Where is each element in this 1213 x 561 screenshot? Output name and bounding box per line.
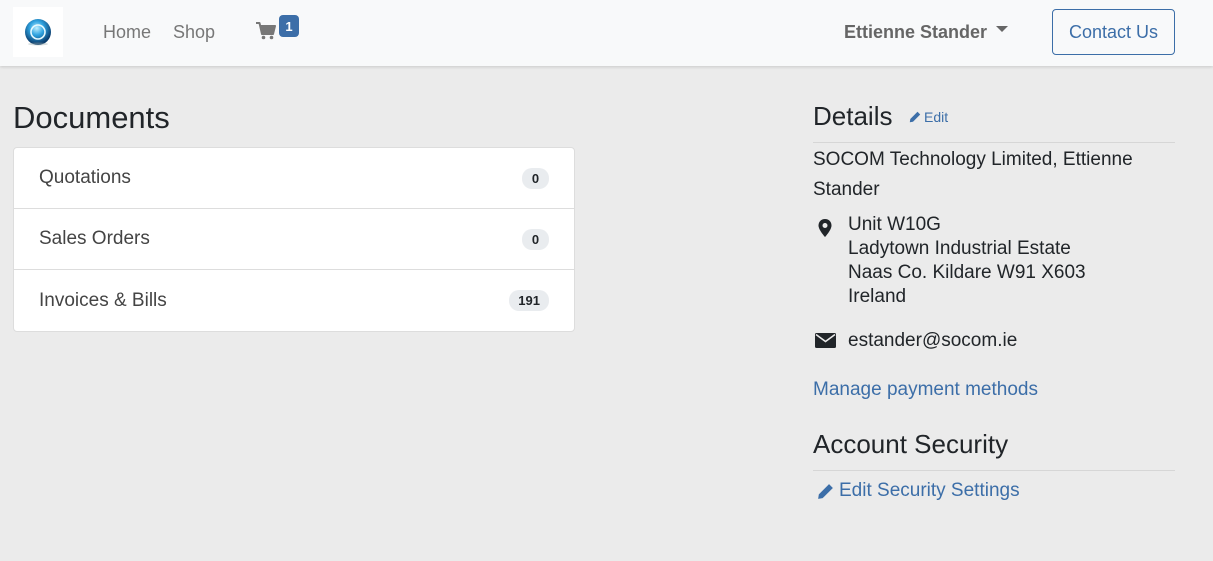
pencil-icon [818,483,833,499]
globe-logo-icon[interactable] [13,7,63,57]
user-menu-dropdown[interactable]: Ettienne Stander [844,22,1009,42]
address-line: Naas Co. Kildare W91 X603 [848,262,1086,283]
details-title: Details [813,101,893,131]
user-name: Ettienne Stander [844,22,988,42]
edit-security-settings-label: Edit Security Settings [839,480,1020,501]
nav-home-link[interactable]: Home [103,22,151,42]
documents-item-invoices-bills[interactable]: Invoices & Bills 191 [14,270,574,331]
documents-item-sales-orders[interactable]: Sales Orders 0 [14,209,574,270]
top-navbar: Home Shop 1 Ettienne Stander Contact Us [0,0,1213,66]
documents-item-quotations[interactable]: Quotations 0 [14,148,574,209]
security-divider [813,470,1175,471]
email-address: estander@socom.ie [848,330,1018,351]
manage-payment-methods-link[interactable]: Manage payment methods [813,378,1038,402]
map-marker-icon [818,219,832,242]
address-block: Unit W10G Ladytown Industrial Estate Naa… [848,213,1086,309]
company-name: SOCOM Technology Limited, Ettienne Stand… [813,149,1133,200]
documents-title: Documents [13,100,170,135]
account-security-title: Account Security [813,429,1009,459]
cart-count-badge: 1 [279,15,299,37]
documents-item-label: Quotations [39,167,131,188]
address-line: Ireland [848,286,907,307]
contact-us-button[interactable]: Contact Us [1052,9,1175,55]
documents-item-count: 191 [509,290,549,311]
documents-item-label: Invoices & Bills [39,289,167,311]
address-line: Ladytown Industrial Estate [848,238,1071,259]
details-divider [813,142,1175,143]
nav-shop-link[interactable]: Shop [173,22,215,42]
documents-list: Quotations 0 Sales Orders 0 Invoices & B… [13,147,575,332]
address-line: Unit W10G [848,214,941,235]
documents-item-count: 0 [522,228,549,250]
edit-security-settings-link[interactable]: Edit Security Settings [817,479,1020,503]
pencil-icon [909,111,921,123]
envelope-icon [815,333,836,353]
details-edit-label: Edit [924,109,949,125]
caret-down-icon [996,26,1009,32]
documents-item-label: Sales Orders [39,228,150,249]
documents-item-count: 0 [522,167,549,189]
cart-icon[interactable] [256,22,278,42]
details-edit-link[interactable]: Edit [909,109,948,125]
